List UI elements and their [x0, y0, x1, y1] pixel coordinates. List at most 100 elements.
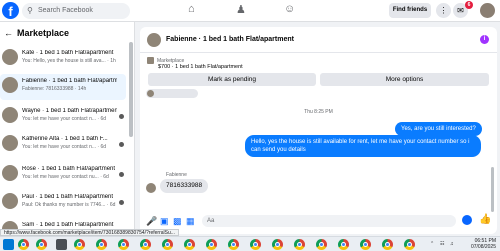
listing-thumbnail	[2, 193, 18, 209]
chrome-icon[interactable]	[272, 239, 283, 250]
chrome-icon[interactable]	[360, 239, 371, 250]
like-icon[interactable]: 👍	[479, 214, 491, 225]
taskbar-clock[interactable]: 06:51 PM 07/08/2025	[471, 238, 496, 250]
taskbar: ⌃ ☷ ♫ 06:51 PM 07/08/2025	[0, 236, 500, 251]
chrome-icon[interactable]	[228, 239, 239, 250]
chrome-icon[interactable]	[294, 239, 305, 250]
app-icon[interactable]	[56, 239, 67, 250]
chrome-icon[interactable]	[338, 239, 349, 250]
sender-name: Fabienne	[166, 172, 187, 178]
chrome-icon[interactable]	[184, 239, 195, 250]
profile-avatar[interactable]	[480, 3, 495, 18]
seen-avatar	[119, 114, 124, 119]
conversation-title: Wayne · 1 bed 1 bath Flat/apartment	[22, 108, 117, 114]
conversation-title: Fabienne · 1 bed 1 bath Flat/apartment	[22, 78, 117, 84]
conversation-title: Rose · 1 bed 1 bath Flat/apartment	[22, 166, 116, 172]
chrome-icon[interactable]	[206, 239, 217, 250]
outgoing-message: Yes, are you still interested?	[395, 122, 482, 136]
facebook-logo[interactable]: f	[2, 2, 19, 19]
chrome-icon[interactable]	[316, 239, 327, 250]
emoji-icon[interactable]	[462, 215, 472, 225]
listing-icon	[147, 57, 154, 64]
chrome-icon[interactable]	[140, 239, 151, 250]
conversation-title: Paul · 1 bed 1 bath Flat/apartment	[22, 194, 114, 200]
listing-label-text: Marketplace	[157, 57, 185, 64]
marketplace-sidebar: ← Marketplace Kate · 1 bed 1 bath Flat/ap…	[0, 22, 135, 236]
back-arrow-icon[interactable]: ←	[4, 28, 13, 38]
seen-avatar	[119, 142, 124, 147]
photo-icon[interactable]: ▣	[160, 216, 169, 227]
find-friends-button[interactable]: Find friends	[389, 3, 431, 18]
sidebar-title: Marketplace	[17, 28, 70, 38]
chat-scrollbar[interactable]	[491, 167, 494, 212]
chrome-icon[interactable]	[74, 239, 85, 250]
conversation-preview: You: Hello, yes the house is still ava..…	[22, 58, 116, 64]
sender-avatar	[147, 90, 154, 97]
sticker-icon[interactable]: ▩	[173, 216, 182, 227]
search-icon: ⚲	[27, 6, 33, 15]
chrome-icon[interactable]	[118, 239, 129, 250]
chrome-icon[interactable]	[96, 239, 107, 250]
menu-grid-icon[interactable]: ⋮	[436, 3, 451, 18]
chat-panel: Fabienne · 1 bed 1 bath Flat/apartment i…	[140, 27, 497, 234]
listing-thumbnail[interactable]	[147, 33, 161, 47]
conversation-preview: You: let me have your contact n... · 6d	[22, 144, 107, 150]
chat-title[interactable]: Fabienne · 1 bed 1 bath Flat/apartment	[166, 36, 294, 43]
notification-badge: 6	[465, 1, 473, 9]
conversation-title: Kate · 1 bed 1 bath Flat/apartment	[22, 50, 114, 56]
top-navigation-bar: f ⚲ Search Facebook ⌂ ♟ ☺ Find friends ⋮…	[0, 0, 500, 22]
search-input[interactable]: ⚲ Search Facebook	[22, 3, 130, 19]
info-icon[interactable]: i	[480, 35, 489, 44]
gif-icon[interactable]: ▦	[186, 216, 195, 227]
search-placeholder: Search Facebook	[38, 7, 93, 14]
conversation-preview: You: let me have your contact nu... · 6d	[22, 174, 109, 180]
chrome-icon[interactable]	[36, 239, 47, 250]
listing-thumbnail	[2, 77, 18, 93]
mark-as-pending-button[interactable]: Mark as pending	[148, 73, 316, 86]
chrome-icon[interactable]	[162, 239, 173, 250]
message-composer: 🎤 ▣ ▩ ▦ Aa 👍	[140, 210, 497, 234]
listing-thumbnail	[2, 107, 18, 123]
seen-avatar	[119, 172, 124, 177]
conversation-preview: Paul: Ok thanks my number is 7746... · 6…	[22, 202, 116, 208]
clock-date: 07/08/2025	[470, 244, 496, 250]
conversation-item[interactable]: Rose · 1 bed 1 bath Flat/apartment You: …	[0, 162, 126, 188]
sidebar-header: ← Marketplace	[4, 28, 69, 38]
home-icon[interactable]: ⌂	[188, 3, 195, 15]
conversation-item-active[interactable]: Fabienne · 1 bed 1 bath Flat/apartment F…	[0, 74, 126, 100]
conversation-item[interactable]: Paul · 1 bed 1 bath Flat/apartment Paul:…	[0, 190, 126, 216]
listing-thumbnail	[2, 165, 18, 181]
conversation-item[interactable]: Wayne · 1 bed 1 bath Flat/apartment You:…	[0, 104, 126, 130]
network-icon[interactable]: ☷	[440, 241, 444, 247]
microphone-icon[interactable]: 🎤	[146, 216, 157, 227]
chrome-icon[interactable]	[18, 239, 29, 250]
status-url: https://www.facebook.com/marketplace/ite…	[0, 229, 179, 236]
listing-thumbnail	[2, 135, 18, 151]
sender-avatar	[146, 183, 156, 193]
chrome-icon[interactable]	[404, 239, 415, 250]
seen-avatar	[119, 200, 124, 205]
listing-price[interactable]: $700 · 1 bed 1 bath Flat/apartment	[158, 64, 243, 70]
conversation-title: Sam · 1 bed 1 bath Flat/apartment	[22, 222, 114, 228]
conversation-item[interactable]: Kate · 1 bed 1 bath Flat/apartment You: …	[0, 46, 126, 72]
conversation-title: Katherine Alta · 1 bed 1 bath F...	[22, 136, 108, 142]
chrome-icon[interactable]	[250, 239, 261, 250]
incoming-message: 7816333988	[160, 179, 209, 193]
sidebar-scrollbar[interactable]	[129, 42, 133, 137]
message-input[interactable]: Aa	[202, 215, 456, 227]
tray-chevron-icon[interactable]: ⌃	[430, 241, 434, 247]
conversation-preview: You: let me have your contact n... · 6d	[22, 116, 107, 122]
conversation-preview: Fabienne: 7816333988 · 14h	[22, 86, 87, 92]
volume-icon[interactable]: ♫	[450, 241, 454, 247]
start-icon[interactable]	[3, 239, 14, 250]
groups-icon[interactable]: ☺	[284, 3, 295, 15]
listing-thumbnail	[2, 49, 18, 65]
chat-header: Fabienne · 1 bed 1 bath Flat/apartment i	[140, 27, 497, 53]
chrome-icon[interactable]	[382, 239, 393, 250]
message-timestamp: Thu 8:25 PM	[304, 109, 333, 115]
friends-icon[interactable]: ♟	[236, 3, 246, 16]
conversation-item[interactable]: Katherine Alta · 1 bed 1 bath F... You: …	[0, 132, 126, 158]
more-options-button[interactable]: More options	[320, 73, 489, 86]
listing-label: Marketplace	[147, 57, 184, 64]
outgoing-message: Hello, yes the house is still available …	[245, 135, 481, 157]
